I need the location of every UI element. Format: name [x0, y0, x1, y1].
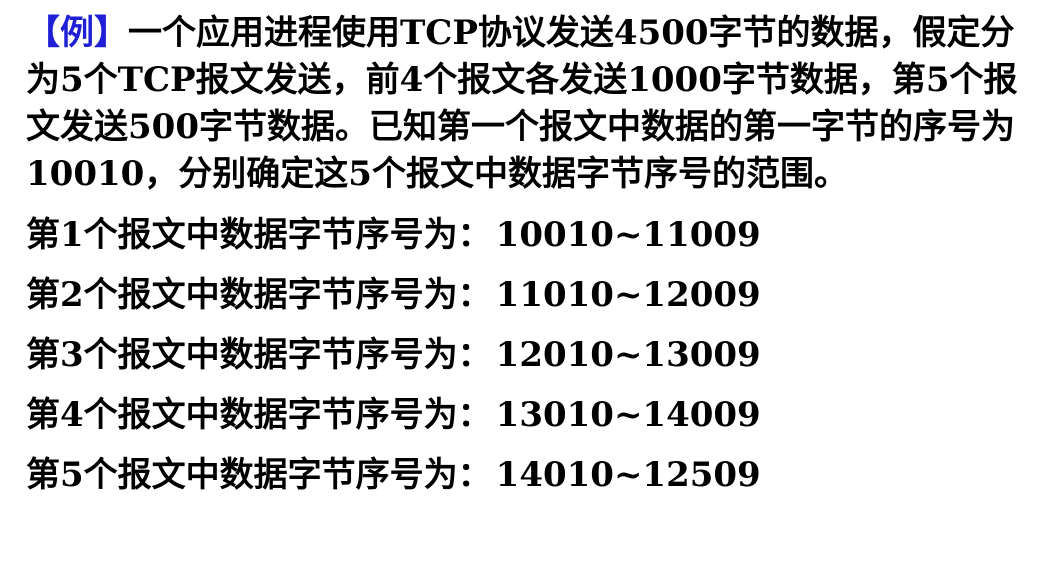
answer-range: 12010~13009	[495, 335, 761, 375]
answer-line: 第5个报文中数据字节序号为： 14010~12509	[26, 445, 1046, 505]
answer-label: 第4个报文中数据字节序号为：	[26, 395, 492, 435]
answer-label: 第1个报文中数据字节序号为：	[26, 215, 492, 255]
answer-label: 第5个报文中数据字节序号为：	[26, 455, 492, 495]
answer-label: 第2个报文中数据字节序号为：	[26, 275, 492, 315]
answer-list: 第1个报文中数据字节序号为： 10010~11009 第2个报文中数据字节序号为：…	[26, 205, 1046, 505]
problem-text: 一个应用进程使用TCP协议发送4500字节的数据，假定分为5个TCP报文发送，前…	[26, 13, 1018, 194]
answer-range: 11010~12009	[495, 275, 761, 315]
answer-range: 14010~12509	[495, 455, 761, 495]
answer-line: 第2个报文中数据字节序号为： 11010~12009	[26, 265, 1046, 325]
example-tag: 【例】	[26, 13, 128, 53]
answer-label: 第3个报文中数据字节序号为：	[26, 335, 492, 375]
answer-range: 13010~14009	[495, 395, 761, 435]
answer-line: 第3个报文中数据字节序号为： 12010~13009	[26, 325, 1046, 385]
answer-line: 第4个报文中数据字节序号为： 13010~14009	[26, 385, 1046, 445]
answer-range: 10010~11009	[495, 215, 761, 255]
answer-line: 第1个报文中数据字节序号为： 10010~11009	[26, 205, 1046, 265]
slide-page: 【例】一个应用进程使用TCP协议发送4500字节的数据，假定分为5个TCP报文发…	[0, 0, 1054, 581]
problem-statement: 【例】一个应用进程使用TCP协议发送4500字节的数据，假定分为5个TCP报文发…	[26, 10, 1046, 198]
